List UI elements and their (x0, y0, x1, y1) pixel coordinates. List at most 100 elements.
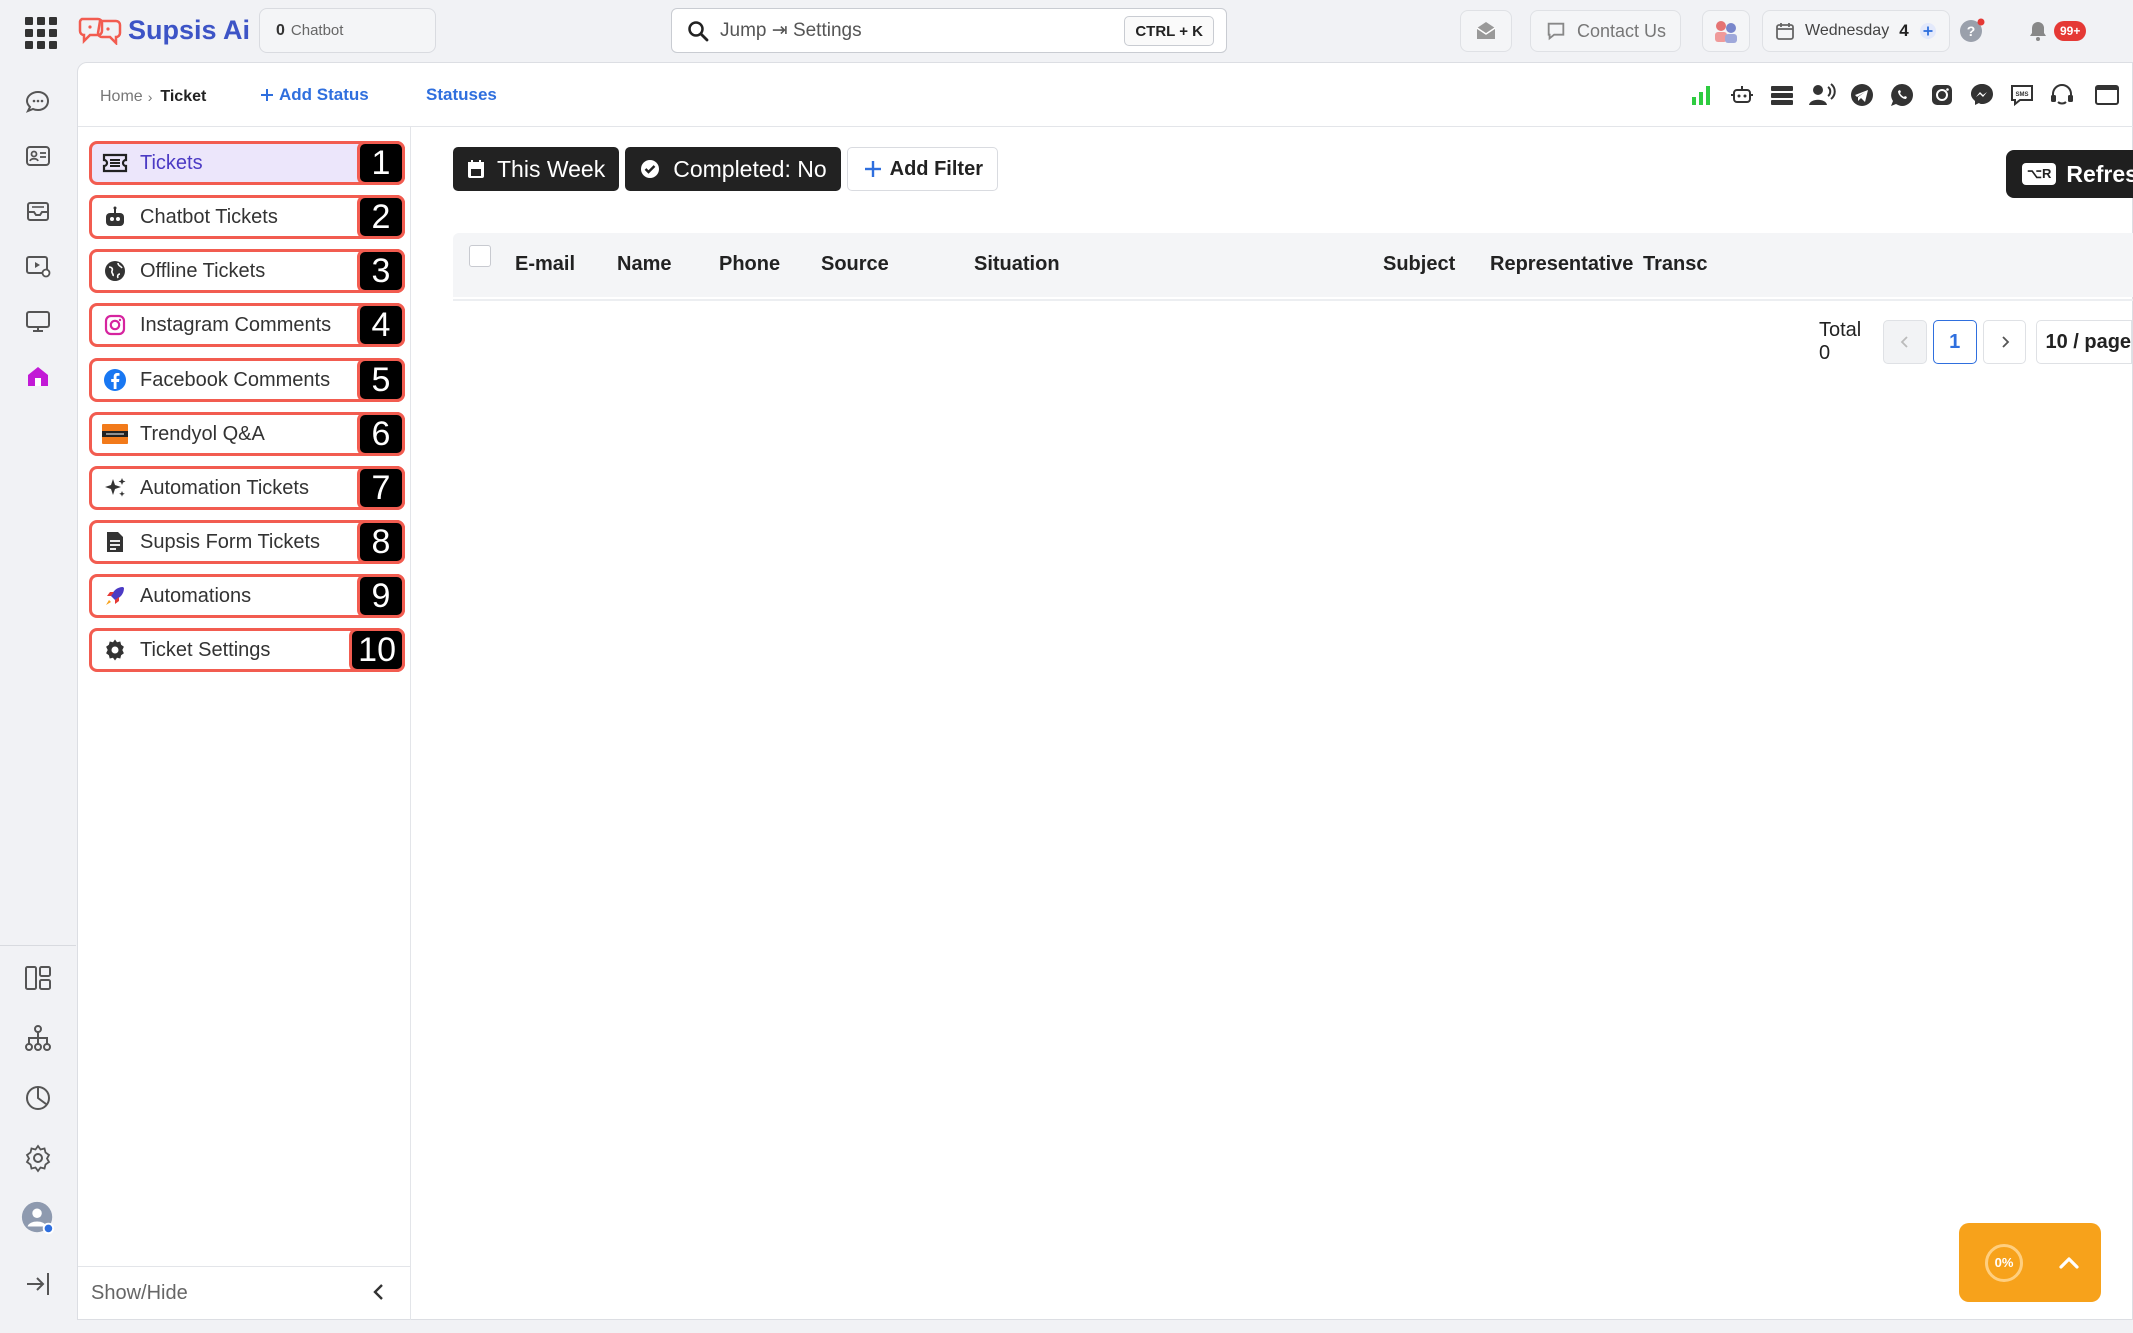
pagination: Total 0 1 10 / page (1819, 319, 2132, 365)
rail-ticket-home-icon[interactable] (20, 358, 56, 394)
item-number-tag: 10 (349, 628, 405, 672)
show-hide-toggle[interactable]: Show/Hide (78, 1266, 410, 1320)
rail-settings-icon[interactable] (20, 1140, 56, 1176)
statuses-link[interactable]: Statuses (426, 85, 497, 105)
menu-item-ticket-settings[interactable]: Ticket Settings 10 (89, 628, 405, 672)
bell-icon (2030, 22, 2046, 41)
list-channel-icon[interactable] (1762, 79, 1802, 111)
chevron-left-icon (373, 1284, 383, 1300)
column-header[interactable]: Name (617, 253, 671, 276)
add-status-button[interactable]: Add Status (259, 85, 369, 105)
voice-call-icon[interactable] (1802, 79, 1842, 111)
chevron-left-icon (1900, 336, 1908, 348)
breadcrumb-current: Ticket (160, 88, 207, 105)
menu-item-instagram-comments[interactable]: Instagram Comments 4 (89, 303, 405, 347)
completed-label: Completed: No (673, 155, 827, 182)
logout-icon[interactable] (20, 1266, 56, 1302)
refresh-label: Refresh (2066, 160, 2133, 187)
menu-item-label: Ticket Settings (140, 638, 271, 661)
column-header[interactable]: Transc (1643, 253, 1707, 276)
column-header[interactable]: Subject (1383, 253, 1455, 276)
chatbot-counter[interactable]: 0 Chatbot (259, 8, 436, 53)
rail-monitor-icon[interactable] (20, 303, 56, 339)
instagram-icon (102, 312, 128, 338)
breadcrumb-home[interactable]: Home (100, 88, 143, 106)
menu-item-offline-tickets[interactable]: Offline Tickets 3 (89, 249, 405, 293)
telegram-icon[interactable] (1842, 79, 1882, 111)
messenger-icon[interactable] (1962, 79, 2002, 111)
menu-item-label: Supsis Form Tickets (140, 530, 321, 553)
plus-icon (864, 161, 881, 177)
globe-icon (102, 258, 128, 284)
rocket-icon (102, 583, 128, 609)
search-input[interactable] (720, 19, 1100, 42)
rail-inbox-icon[interactable] (20, 193, 56, 229)
menu-item-trendyol-qa[interactable]: Trendyol Q&A 6 (89, 412, 405, 456)
item-number-tag: 8 (357, 520, 405, 564)
menu-item-tickets[interactable]: Tickets 1 (89, 141, 405, 185)
column-header[interactable]: Situation (974, 253, 1060, 276)
sms-icon[interactable]: SMS (2002, 79, 2042, 111)
sparkle-icon (102, 475, 128, 501)
total-count: Total 0 (1819, 319, 1862, 364)
menu-item-automations[interactable]: Automations 9 (89, 574, 405, 618)
item-number-tag: 4 (357, 303, 405, 347)
window-icon[interactable] (2082, 79, 2132, 111)
this-week-filter[interactable]: This Week (453, 147, 620, 191)
rail-flow-icon[interactable] (20, 1020, 56, 1056)
rail-contacts-icon[interactable] (20, 138, 56, 174)
agent-avatar-button[interactable] (1702, 10, 1750, 52)
menu-item-label: Trendyol Q&A (140, 422, 265, 445)
menu-item-facebook-comments[interactable]: Facebook Comments 5 (89, 358, 405, 402)
date-picker[interactable]: Wednesday 4 (1762, 10, 1950, 52)
whatsapp-icon[interactable] (1882, 79, 1922, 111)
rail-media-settings-icon[interactable] (20, 248, 56, 284)
global-search[interactable]: CTRL + K (671, 8, 1227, 53)
page-number-button[interactable]: 1 (1932, 320, 1977, 364)
progress-widget[interactable]: 0% (1959, 1223, 2101, 1302)
completed-filter[interactable]: Completed: No (625, 147, 841, 191)
next-page-button[interactable] (1982, 320, 2027, 364)
apps-grid-icon[interactable] (22, 14, 57, 49)
chevron-right-icon: › (147, 89, 153, 105)
column-header[interactable]: Representative (1490, 253, 1633, 276)
app-name: Supsis Ai (128, 14, 251, 45)
calendar-icon (1776, 23, 1794, 40)
menu-item-chatbot-tickets[interactable]: Chatbot Tickets 2 (89, 195, 405, 239)
column-header[interactable]: Source (821, 253, 889, 276)
refresh-button[interactable]: ⌥R Refresh (2006, 150, 2133, 198)
page-size-select[interactable]: 10 / page (2036, 320, 2132, 364)
rail-dashboard-icon[interactable] (20, 960, 56, 996)
signal-bars-icon[interactable] (1682, 79, 1722, 111)
search-icon (688, 20, 709, 41)
prev-page-button[interactable] (1883, 320, 1927, 364)
top-bar: Supsis Ai 0 Chatbot CTRL + K Contact Us … (0, 0, 2133, 62)
notifications-button[interactable]: 99+ (2026, 12, 2087, 50)
column-header[interactable]: Phone (719, 253, 780, 276)
facebook-icon (102, 367, 128, 393)
contact-us-label: Contact Us (1577, 20, 1667, 41)
plus-icon[interactable] (1919, 22, 1937, 40)
filter-bar: This Week Completed: No Add Filter (453, 147, 998, 191)
contact-us-button[interactable]: Contact Us (1530, 10, 1682, 52)
inbox-button[interactable] (1460, 10, 1512, 52)
date-day: Wednesday (1805, 22, 1890, 39)
menu-item-supsis-form-tickets[interactable]: Supsis Form Tickets 8 (89, 520, 405, 564)
column-header[interactable]: E-mail (515, 253, 575, 276)
item-number-tag: 2 (357, 195, 405, 239)
instagram-channel-icon[interactable] (1922, 79, 1962, 111)
channel-toolbar: SMS (1682, 79, 2132, 111)
select-all-checkbox[interactable] (469, 245, 491, 267)
user-avatar[interactable] (20, 1200, 56, 1236)
add-filter-button[interactable]: Add Filter (846, 147, 998, 191)
date-number: 4 (1899, 21, 1909, 40)
add-status-label: Add Status (279, 85, 369, 104)
rail-chat-icon[interactable] (20, 84, 56, 120)
support-headset-icon[interactable] (2042, 79, 2082, 111)
menu-item-automation-tickets[interactable]: Automation Tickets 7 (89, 466, 405, 510)
app-logo[interactable]: Supsis Ai (78, 12, 250, 48)
rail-divider (0, 945, 76, 946)
chatbot-channel-icon[interactable] (1722, 79, 1762, 111)
rail-reports-icon[interactable] (20, 1080, 56, 1116)
help-button[interactable]: ? (1958, 12, 1986, 50)
